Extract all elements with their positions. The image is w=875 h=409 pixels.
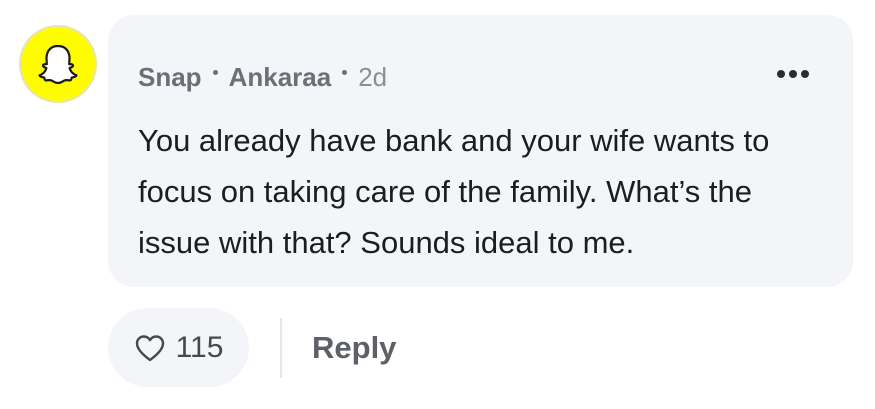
separator-dot (212, 69, 218, 75)
comment-bubble: Snap Ankaraa 2d You already have bank an… (108, 15, 853, 287)
like-count: 115 (175, 330, 224, 364)
comment-text: You already have bank and your wife want… (138, 123, 770, 260)
comment-meta: Snap Ankaraa 2d (138, 62, 387, 92)
more-horizontal-icon (801, 70, 809, 78)
avatar[interactable] (19, 25, 97, 103)
author-name[interactable]: Snap (138, 62, 202, 92)
divider (280, 318, 282, 378)
more-horizontal-icon (777, 70, 785, 78)
snapchat-ghost-icon (38, 44, 78, 85)
separator-dot (342, 69, 348, 75)
more-horizontal-icon (789, 70, 797, 78)
like-button[interactable]: 115 (108, 308, 249, 387)
more-options-button[interactable] (777, 70, 809, 78)
comment-time: 2d (358, 62, 388, 92)
heart-outline-icon (135, 334, 164, 361)
author-location: Ankaraa (228, 62, 332, 92)
reply-button[interactable]: Reply (312, 328, 396, 368)
